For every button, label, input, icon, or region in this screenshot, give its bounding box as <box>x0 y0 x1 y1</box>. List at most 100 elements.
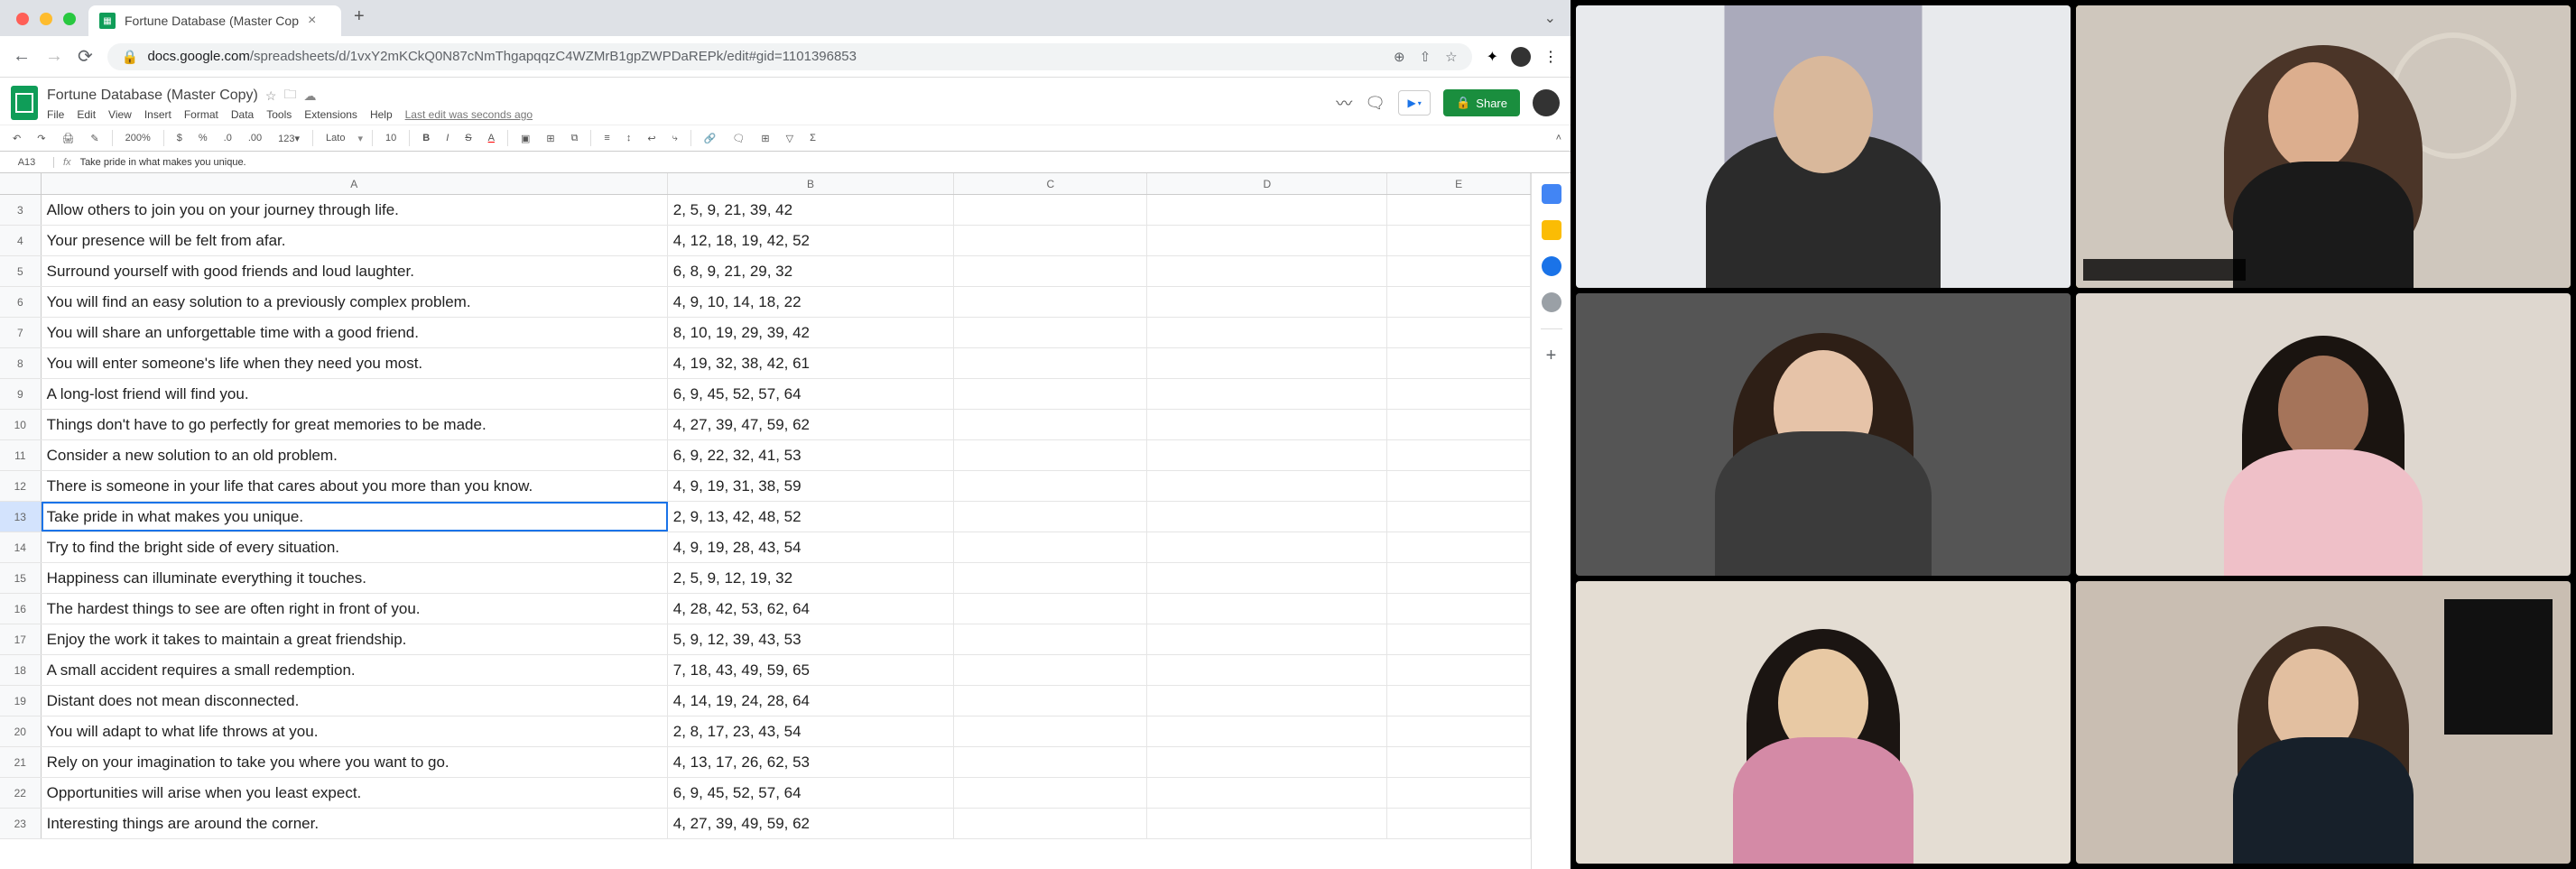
bookmark-icon[interactable]: ☆ <box>1445 49 1457 65</box>
cell[interactable] <box>954 410 1147 439</box>
format-more-icon[interactable]: 123▾ <box>274 131 303 146</box>
comment-icon[interactable]: 🗨 <box>728 131 748 146</box>
text-color-icon[interactable]: A <box>485 131 498 145</box>
cell[interactable] <box>1387 502 1531 532</box>
cell[interactable]: Take pride in what makes you unique. <box>42 502 668 532</box>
video-tile[interactable] <box>2076 293 2571 576</box>
cell[interactable]: 7, 18, 43, 49, 59, 65 <box>668 655 954 685</box>
cell[interactable] <box>954 624 1147 654</box>
rotate-icon[interactable]: ⤷ <box>669 131 681 146</box>
row-header[interactable]: 6 <box>0 287 42 317</box>
cell[interactable]: Happiness can illuminate everything it t… <box>42 563 668 593</box>
cell[interactable] <box>954 348 1147 378</box>
cell[interactable] <box>1147 318 1387 347</box>
cell[interactable]: You will share an unforgettable time wit… <box>42 318 668 347</box>
move-icon[interactable]: 🗀 <box>283 85 296 106</box>
cell[interactable] <box>1147 287 1387 317</box>
cell[interactable] <box>1147 502 1387 532</box>
cell[interactable]: 4, 13, 17, 26, 62, 53 <box>668 747 954 777</box>
cell[interactable] <box>1147 532 1387 562</box>
cell[interactable] <box>1147 778 1387 808</box>
cell[interactable] <box>954 563 1147 593</box>
contacts-app-icon[interactable] <box>1542 292 1561 312</box>
valign-icon[interactable]: ↕ <box>623 131 635 145</box>
font-select[interactable]: Lato <box>322 131 348 145</box>
cell[interactable] <box>1387 195 1531 225</box>
cell[interactable]: You will adapt to what life throws at yo… <box>42 716 668 746</box>
merge-icon[interactable]: ⧉ <box>568 131 582 146</box>
video-tile[interactable] <box>2076 581 2571 864</box>
cell[interactable]: Enjoy the work it takes to maintain a gr… <box>42 624 668 654</box>
account-avatar-icon[interactable] <box>1533 89 1560 116</box>
cell[interactable] <box>954 716 1147 746</box>
decimal-inc-icon[interactable]: .00 <box>245 131 265 145</box>
row-header[interactable]: 18 <box>0 655 42 685</box>
row-header[interactable]: 15 <box>0 563 42 593</box>
row-header[interactable]: 12 <box>0 471 42 501</box>
cell[interactable]: 4, 12, 18, 19, 42, 52 <box>668 226 954 255</box>
history-icon[interactable]: 〰 <box>1336 91 1352 115</box>
row-header[interactable]: 20 <box>0 716 42 746</box>
cell[interactable] <box>1387 410 1531 439</box>
cell[interactable] <box>1387 778 1531 808</box>
cell[interactable] <box>1387 287 1531 317</box>
cell[interactable]: Allow others to join you on your journey… <box>42 195 668 225</box>
cell[interactable]: Rely on your imagination to take you whe… <box>42 747 668 777</box>
reload-icon[interactable]: ⟳ <box>78 45 93 68</box>
cell[interactable]: 6, 9, 45, 52, 57, 64 <box>668 379 954 409</box>
cell[interactable]: 6, 8, 9, 21, 29, 32 <box>668 256 954 286</box>
cell[interactable] <box>954 318 1147 347</box>
extensions-icon[interactable]: ✦ <box>1487 48 1498 66</box>
cell[interactable]: 2, 5, 9, 12, 19, 32 <box>668 563 954 593</box>
meet-button[interactable]: ▶▾ <box>1398 90 1431 116</box>
close-tab-icon[interactable]: × <box>308 13 316 29</box>
cell[interactable]: A long-lost friend will find you. <box>42 379 668 409</box>
cell[interactable] <box>1387 226 1531 255</box>
cell[interactable] <box>1387 256 1531 286</box>
cell[interactable] <box>1147 563 1387 593</box>
cloud-status-icon[interactable]: ☁ <box>303 88 316 104</box>
cell[interactable]: Interesting things are around the corner… <box>42 809 668 838</box>
tasks-app-icon[interactable] <box>1542 256 1561 276</box>
menu-format[interactable]: Format <box>184 108 218 121</box>
cell[interactable]: 2, 8, 17, 23, 43, 54 <box>668 716 954 746</box>
new-tab-button[interactable]: + <box>341 6 377 36</box>
cell[interactable]: A small accident requires a small redemp… <box>42 655 668 685</box>
share-url-icon[interactable]: ⇧ <box>1420 49 1432 65</box>
italic-icon[interactable]: I <box>442 131 452 145</box>
cell[interactable]: Surround yourself with good friends and … <box>42 256 668 286</box>
column-header-a[interactable]: A <box>42 173 668 194</box>
name-box[interactable]: A13 <box>0 157 54 168</box>
cell[interactable] <box>1147 440 1387 470</box>
functions-icon[interactable]: Σ <box>806 131 820 145</box>
formula-input[interactable]: Take pride in what makes you unique. <box>80 157 246 168</box>
undo-icon[interactable]: ↶ <box>9 131 24 146</box>
cell[interactable] <box>1387 471 1531 501</box>
menu-insert[interactable]: Insert <box>144 108 171 121</box>
cell[interactable] <box>954 809 1147 838</box>
add-app-icon[interactable]: + <box>1546 346 1557 366</box>
cell[interactable]: 8, 10, 19, 29, 39, 42 <box>668 318 954 347</box>
cell[interactable] <box>954 686 1147 716</box>
wrap-icon[interactable]: ↩ <box>644 131 659 146</box>
menu-file[interactable]: File <box>47 108 64 121</box>
calendar-app-icon[interactable] <box>1542 184 1561 204</box>
cell[interactable]: The hardest things to see are often righ… <box>42 594 668 624</box>
window-maximize-button[interactable] <box>63 13 76 25</box>
row-header[interactable]: 17 <box>0 624 42 654</box>
search-in-page-icon[interactable]: ⊕ <box>1394 49 1405 65</box>
menu-edit[interactable]: Edit <box>77 108 96 121</box>
cell[interactable] <box>1387 563 1531 593</box>
browser-tab[interactable]: ▦ Fortune Database (Master Cop × <box>88 5 341 36</box>
cell[interactable]: 4, 28, 42, 53, 62, 64 <box>668 594 954 624</box>
cell[interactable] <box>1387 318 1531 347</box>
cell[interactable] <box>1387 440 1531 470</box>
borders-icon[interactable]: ⊞ <box>542 131 558 146</box>
row-header[interactable]: 23 <box>0 809 42 838</box>
cell[interactable] <box>1387 655 1531 685</box>
cell[interactable] <box>954 287 1147 317</box>
cell[interactable]: 4, 9, 19, 31, 38, 59 <box>668 471 954 501</box>
link-icon[interactable]: 🔗 <box>700 131 720 146</box>
row-header[interactable]: 7 <box>0 318 42 347</box>
cell[interactable] <box>1147 471 1387 501</box>
